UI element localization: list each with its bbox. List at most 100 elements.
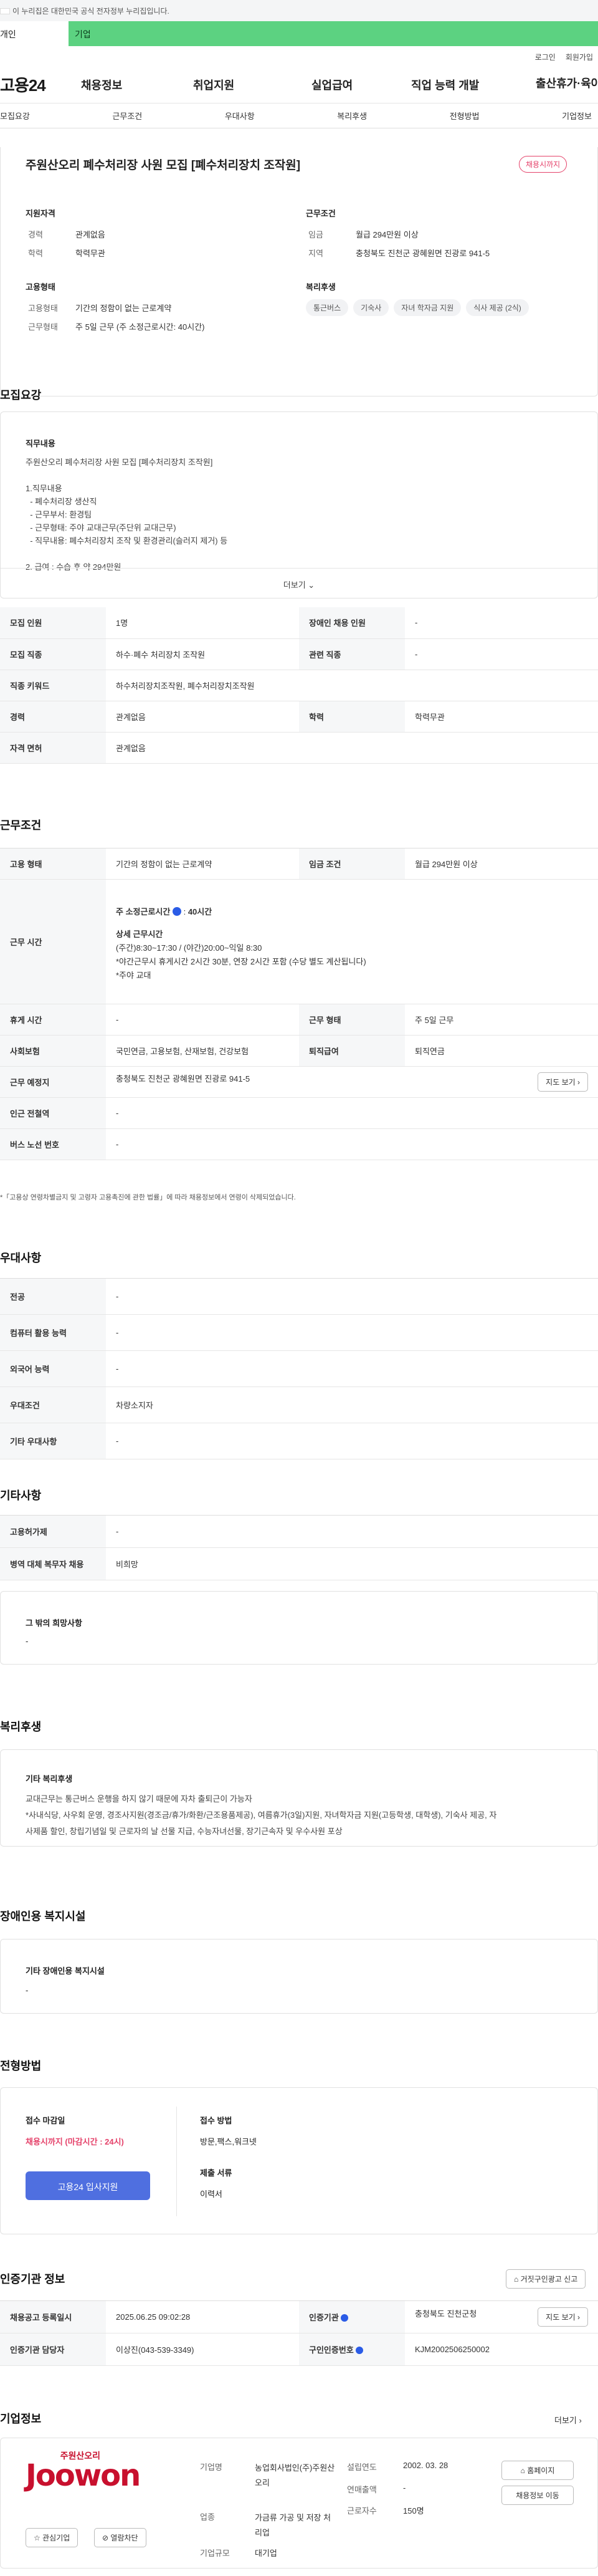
gnb-support[interactable]: 취업지원 xyxy=(193,77,311,93)
homepage-button[interactable]: ⌂ 홈페이지 xyxy=(501,2461,574,2480)
table-header-cell: 버스 노선 번호 xyxy=(0,1128,106,1160)
lnb-welfare[interactable]: 복리후생 xyxy=(337,110,367,122)
join-link[interactable]: 회원가입 xyxy=(566,53,593,62)
table-row: 근무 시간 주 소정근로시간 : 40시간 상세 근무시간 (주간)8:30~1… xyxy=(0,879,598,1004)
table-header-cell: 고용 형태 xyxy=(0,848,106,880)
emptype-value: 기간의 정함이 없는 근로계약 xyxy=(75,304,172,313)
table-cell: - xyxy=(405,607,598,639)
table-header-cell: 채용공고 등록일시 xyxy=(0,2300,106,2333)
qualification-heading: 지원자격 xyxy=(26,209,55,218)
emptype-label: 고용형태 xyxy=(28,304,58,313)
welfare-chip: 식사 제공 (2식) xyxy=(466,299,529,316)
section-nav: 모집요강 근무조건 우대사항 복리후생 전형방법 기업정보 xyxy=(0,103,598,128)
table-cell: - xyxy=(405,638,598,670)
table-row: 휴게 시간 - 근무 형태 주 5일 근무 xyxy=(0,1004,598,1036)
other-wish-card: 그 밖의 희망사항 - xyxy=(0,1591,598,1665)
career-label: 경력 xyxy=(28,230,43,239)
table-header-cell: 경력 xyxy=(0,701,106,733)
lnb-company[interactable]: 기업정보 xyxy=(562,110,592,122)
cert-map-button[interactable]: 지도 보기 › xyxy=(538,2307,588,2327)
job-content-heading: 직무내용 xyxy=(26,439,55,448)
deadline-value: 채용시까지 (마감시간 : 24시) xyxy=(26,2137,124,2146)
table-row: 경력 관계없음 학력 학력무관 xyxy=(0,701,598,733)
selection-heading: 전형방법 xyxy=(0,2060,42,2072)
table-cell: - xyxy=(106,1004,299,1036)
table-header-cell: 퇴직급여 xyxy=(299,1035,405,1067)
table-header-cell: 근무 형태 xyxy=(299,1004,405,1036)
emptype-heading: 고용형태 xyxy=(26,282,55,292)
table-header-cell: 구인인증번호 xyxy=(299,2333,405,2366)
company-heading: 기업정보 xyxy=(0,2413,42,2425)
block-button[interactable]: ⊘ 열람차단 xyxy=(94,2528,146,2547)
gnb-jobs[interactable]: 채용정보 xyxy=(81,77,193,93)
recruit-heading: 모집요강 xyxy=(0,389,42,401)
table-cell: 1명 xyxy=(106,607,299,639)
info-icon[interactable] xyxy=(341,2314,349,2322)
table-row: 자격 면허 관계없음 xyxy=(0,732,598,764)
worktype-value: 주 5일 근무 (주 소정근로시간: 40시간) xyxy=(75,322,205,332)
company-card: 주원산오리 Joowon ☆ 관심기업 ⊘ 열람차단 기업명 농업회사법인(주)… xyxy=(0,2438,598,2569)
table-row: 우대조건 차량소지자 xyxy=(0,1387,598,1423)
conditions-table: 고용 형태 기간의 정함이 없는 근로계약 임금 조건 월급 294만원 이상 근무 … xyxy=(0,848,598,1160)
info-icon[interactable] xyxy=(172,906,181,916)
table-header-cell: 사회보험 xyxy=(0,1035,106,1067)
gnb-benefit[interactable]: 실업급여 xyxy=(311,77,411,93)
lnb-selection[interactable]: 전형방법 xyxy=(450,110,480,122)
etc-table: 고용허가제 - 병역 대체 복무자 채용 비희망 xyxy=(0,1515,598,1580)
lnb-conditions[interactable]: 근무조건 xyxy=(112,110,142,122)
wage-label: 임금 xyxy=(308,230,323,239)
table-header-cell: 모집 인원 xyxy=(0,607,106,639)
chevron-down-icon: ⌄ xyxy=(308,580,315,590)
table-row: 직종 키워드 하수처리장치조작원, 폐수처리장치조작원 xyxy=(0,670,598,701)
edu-label: 학력 xyxy=(28,249,43,258)
job-content-line: - 폐수처리장 생산직 xyxy=(26,497,97,506)
table-row: 인증기관 담당자 이상진(043-539-3349) 구인인증번호 KJM20025… xyxy=(0,2333,598,2366)
job-content-line: - 근무부서: 환경팀 xyxy=(26,510,92,519)
gnb-training[interactable]: 직업 능력 개발 xyxy=(411,77,536,93)
table-header-cell: 고용허가제 xyxy=(0,1515,106,1548)
fav-company-button[interactable]: ☆ 관심기업 xyxy=(26,2528,78,2547)
more-button[interactable]: 더보기 ⌄ xyxy=(1,568,597,598)
welfare-section-heading: 복리후생 xyxy=(0,1721,42,1733)
flag-icon xyxy=(0,8,10,14)
table-cell: 충청북도 진천군 광혜원면 진광로 941-5 지도 보기 › xyxy=(106,1066,598,1098)
table-header-cell: 우대조건 xyxy=(0,1387,106,1423)
disabled-card: 기타 장애인용 복지시설 - xyxy=(0,1939,598,2014)
age-notice: *「고용상 연령차별금지 및 고령자 고용촉진에 관한 법률」에 따라 채용정보… xyxy=(0,1194,296,1201)
divider xyxy=(176,2107,177,2216)
wage-value: 월급 294만원 이상 xyxy=(356,230,419,239)
company-jobs-button[interactable]: 채용정보 이동 xyxy=(501,2486,574,2505)
table-header-cell: 인증기관 xyxy=(299,2300,405,2333)
job-title: 주원산오리 폐수처리장 사원 모집 [폐수처리장치 조작원] xyxy=(26,159,301,172)
lnb-recruit[interactable]: 모집요강 xyxy=(0,110,30,122)
table-cell: 2025.06.25 09:02:28 xyxy=(106,2300,299,2333)
table-cell: 차량소지자 xyxy=(106,1387,598,1423)
table-cell: 하수처리장치조작원, 폐수처리장치조작원 xyxy=(106,670,598,701)
welfare-chip: 통근버스 xyxy=(306,299,349,316)
table-cell: 월급 294만원 이상 xyxy=(405,848,598,880)
table-header-cell: 직종 키워드 xyxy=(0,670,106,701)
table-cell: 주 소정근로시간 : 40시간 상세 근무시간 (주간)8:30~17:30 /… xyxy=(106,879,598,1004)
career-value: 관계없음 xyxy=(75,230,105,239)
job-content-card: 직무내용 주원산오리 폐수처리장 사원 모집 [폐수처리장치 조작원] 1.직무… xyxy=(0,411,598,598)
job-summary-card: 주원산오리 폐수처리장 사원 모집 [폐수처리장치 조작원] 채용시까지 지원자… xyxy=(0,147,598,396)
company-more-link[interactable]: 더보기 › xyxy=(554,2414,582,2426)
table-cell: 기간의 정함이 없는 근로계약 xyxy=(106,848,299,880)
tab-personal[interactable]: 개인 xyxy=(0,21,69,46)
login-link[interactable]: 로그인 xyxy=(535,53,556,62)
table-cell: 이상진(043-539-3349) xyxy=(106,2333,299,2366)
site-logo[interactable]: 고용24 xyxy=(0,73,81,96)
welfare-card: 기타 복리후생 교대근무는 통근버스 운행을 하지 않기 때문에 자차 출퇴근이… xyxy=(0,1749,598,1847)
info-icon[interactable] xyxy=(356,2347,364,2354)
table-row: 전공 - xyxy=(0,1278,598,1315)
apply-button[interactable]: 고용24 입사지원 xyxy=(26,2171,150,2200)
lnb-preferences[interactable]: 우대사항 xyxy=(225,110,255,122)
table-header-cell: 근무 시간 xyxy=(0,879,106,1004)
table-cell: 비희망 xyxy=(106,1547,598,1580)
map-button[interactable]: 지도 보기 › xyxy=(538,1072,588,1092)
tab-company[interactable]: 기업 xyxy=(69,21,598,46)
table-cell: - xyxy=(106,1278,598,1315)
report-button[interactable]: ⌂ 거짓구인광고 신고 xyxy=(506,2269,586,2289)
table-header-cell: 휴게 시간 xyxy=(0,1004,106,1036)
job-content-line: - 근무형태: 주야 교대근무(주단위 교대근무) xyxy=(26,523,176,532)
